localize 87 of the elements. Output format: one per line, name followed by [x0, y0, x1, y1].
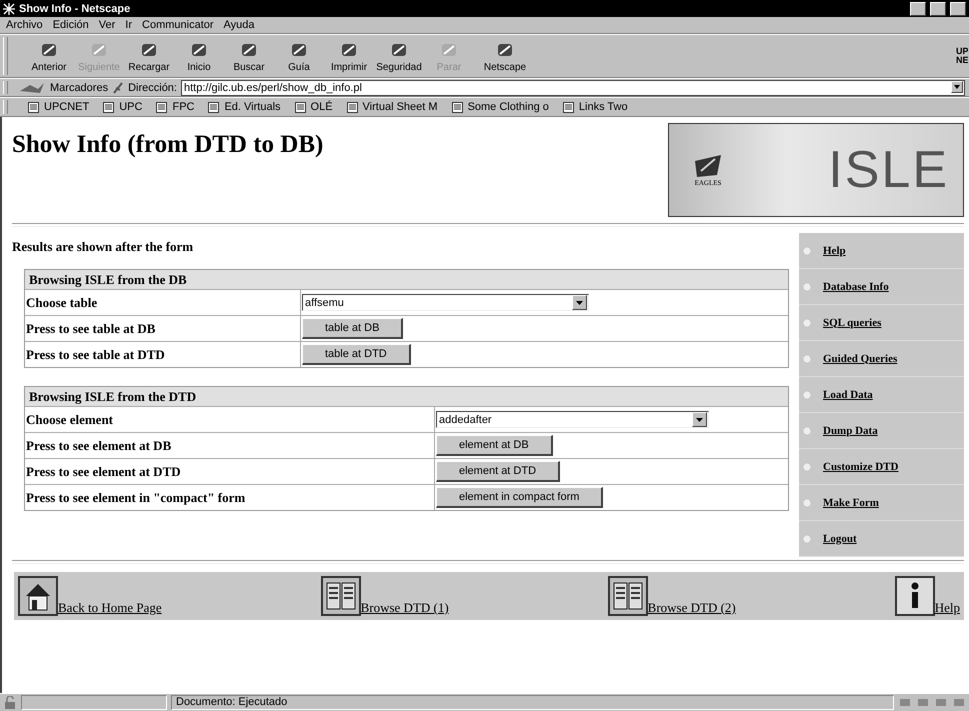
- corner-logo: UP NE: [956, 47, 968, 65]
- section-heading: Browsing ISLE from the DB: [25, 270, 788, 290]
- bookmark-link[interactable]: Virtual Sheet M: [362, 101, 438, 113]
- footer-link[interactable]: Back to Home Page: [18, 576, 162, 616]
- close-button[interactable]: [950, 2, 966, 16]
- toolbar-button[interactable]: Inicio: [176, 40, 222, 72]
- toolbar-button[interactable]: Imprimir: [326, 40, 372, 72]
- bullet-icon: [803, 426, 811, 434]
- submit-button[interactable]: table at DTD: [302, 344, 411, 365]
- sidebar-link[interactable]: Database Info: [799, 269, 964, 305]
- menu-item[interactable]: Communicator: [142, 19, 214, 31]
- bullet-icon: [803, 318, 811, 326]
- book-icon[interactable]: [608, 576, 648, 616]
- bookmark-link[interactable]: Some Clothing o: [468, 101, 549, 113]
- dropdown[interactable]: addedafter: [436, 411, 709, 428]
- bookmark-link[interactable]: Ed. Virtuals: [224, 101, 281, 113]
- page-heading: Show Info (from DTD to DB): [12, 131, 324, 160]
- row-label: Press to see element at DB: [25, 433, 435, 458]
- bullet-icon: [803, 534, 811, 542]
- bookmark-page-icon: [452, 102, 463, 112]
- menu-item[interactable]: Ayuda: [224, 19, 255, 31]
- logo-wordmark: ISLE: [828, 140, 949, 200]
- menu-item[interactable]: Archivo: [6, 19, 43, 31]
- submit-button[interactable]: table at DB: [302, 318, 404, 339]
- bookmark-page-icon: [103, 102, 114, 112]
- address-label: Dirección:: [128, 82, 177, 94]
- toolbar-button[interactable]: Guía: [276, 40, 322, 72]
- toolbar-button[interactable]: Netscape: [476, 40, 534, 72]
- row-label: Press to see table at DB: [25, 316, 301, 341]
- window-title: Show Info - Netscape: [19, 2, 132, 14]
- bookmark-page-icon: [208, 102, 220, 112]
- sidebar-link[interactable]: SQL queries: [799, 305, 964, 341]
- sidebar-link[interactable]: Load Data: [799, 377, 964, 413]
- sidebar-link[interactable]: Make Form: [799, 485, 964, 521]
- footer-link[interactable]: Help: [894, 576, 960, 616]
- sidebar-link[interactable]: Dump Data: [799, 413, 964, 449]
- bookmark-link[interactable]: FPC: [172, 101, 194, 113]
- toolbar-button[interactable]: Recargar: [126, 40, 172, 72]
- sidebar-link[interactable]: Guided Queries: [799, 341, 964, 377]
- bullet-icon: [803, 354, 811, 362]
- sidebar-link[interactable]: Logout: [799, 521, 964, 557]
- bullet-icon: [803, 498, 811, 506]
- toolbar-button[interactable]: Buscar: [226, 40, 272, 72]
- menu-item[interactable]: Edición: [52, 19, 89, 31]
- maximize-button[interactable]: [930, 2, 946, 16]
- bookmark-link[interactable]: Links Two: [578, 101, 628, 113]
- submit-button[interactable]: element at DTD: [436, 461, 560, 482]
- bookmark-link[interactable]: UPC: [119, 101, 142, 113]
- status-text: Documento: Ejecutado: [171, 695, 894, 710]
- bookmark-page-icon: [346, 102, 358, 112]
- intro-text: Results are shown after the form: [12, 239, 194, 255]
- toolbar-button[interactable]: Seguridad: [376, 40, 422, 72]
- lock-icon: [3, 696, 17, 709]
- menu-item[interactable]: Ir: [125, 19, 132, 31]
- dropdown[interactable]: affsemu: [302, 294, 589, 311]
- minimize-button[interactable]: [910, 2, 926, 16]
- row-label: Press to see table at DTD: [25, 342, 301, 367]
- bookmark-link[interactable]: OLÉ: [310, 101, 333, 113]
- toolbar-button[interactable]: Anterior: [26, 40, 72, 72]
- bookmarks-button[interactable]: Marcadores: [50, 82, 108, 94]
- bookmark-link[interactable]: UPCNET: [44, 101, 90, 113]
- sidebar-link[interactable]: Help: [799, 233, 964, 269]
- row-label: Press to see element at DTD: [25, 459, 435, 484]
- submit-button[interactable]: element in compact form: [436, 487, 604, 508]
- info-icon[interactable]: [894, 576, 935, 616]
- house-icon[interactable]: [18, 576, 58, 616]
- bookmark-page-icon: [294, 102, 306, 112]
- bookmark-page-icon: [28, 102, 39, 112]
- sidebar-link[interactable]: Customize DTD: [799, 449, 964, 485]
- footer-link[interactable]: Browse DTD (2): [608, 576, 736, 616]
- bullet-icon: [803, 462, 811, 470]
- footer-link[interactable]: Browse DTD (1): [320, 576, 449, 616]
- submit-button[interactable]: element at DB: [436, 435, 553, 456]
- address-field[interactable]: http://gilc.ub.es/perl/show_db_info.pl: [180, 80, 965, 96]
- book-icon[interactable]: [320, 576, 361, 616]
- app-icon: [3, 2, 15, 14]
- row-label: Choose element: [25, 407, 435, 432]
- menu-item[interactable]: Ver: [98, 19, 116, 31]
- row-label: Choose table: [25, 290, 301, 315]
- bullet-icon: [803, 246, 811, 254]
- bullet-icon: [803, 282, 811, 290]
- row-label: Press to see element in "compact" form: [25, 485, 435, 510]
- bullet-icon: [803, 390, 811, 398]
- bookmark-page-icon: [156, 102, 168, 112]
- bookmark-page-icon: [562, 102, 574, 112]
- location-icon: [112, 82, 124, 94]
- section-heading: Browsing ISLE from the DTD: [25, 387, 788, 407]
